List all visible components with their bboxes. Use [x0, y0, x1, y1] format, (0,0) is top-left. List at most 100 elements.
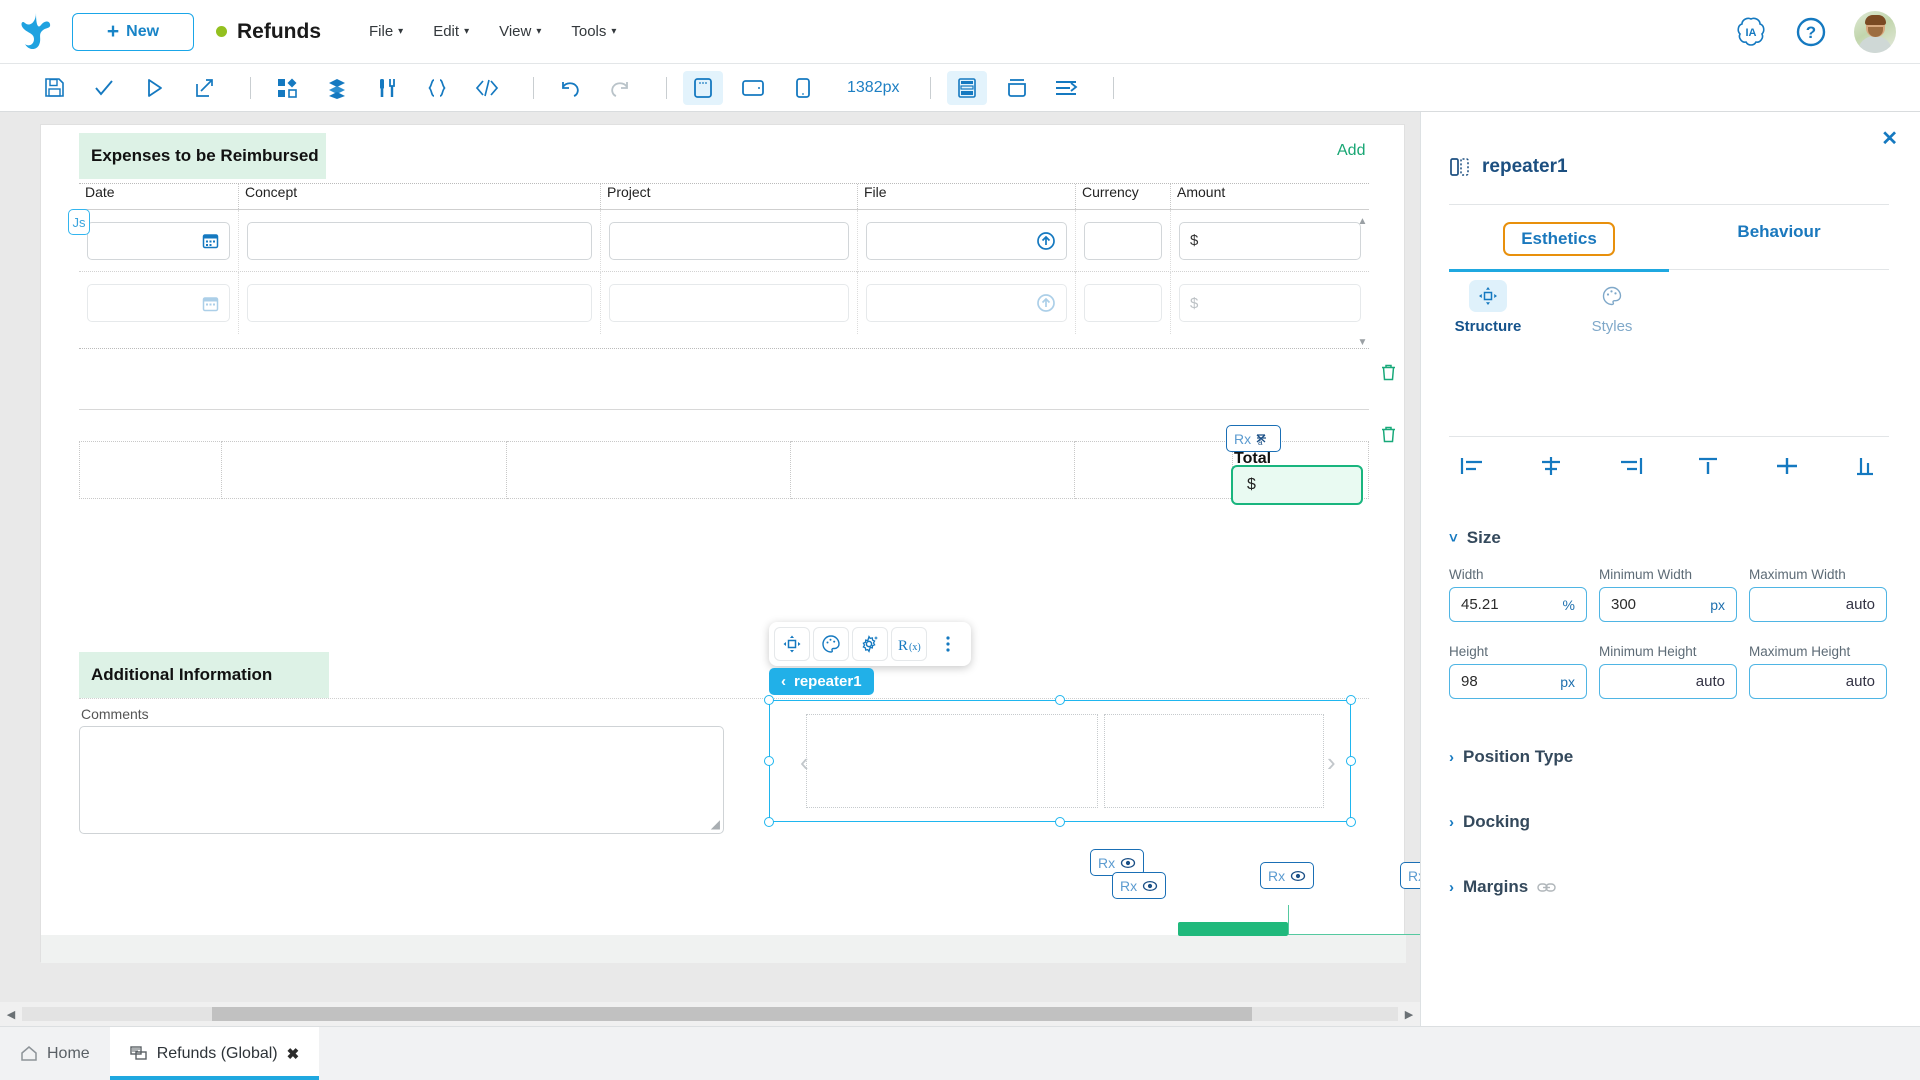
container-icon[interactable] [997, 71, 1037, 105]
table-scroll-column[interactable]: ▲ ▼ [1356, 184, 1369, 348]
mobile-view-icon[interactable] [783, 71, 823, 105]
canvas-horizontal-scrollbar[interactable]: ◀ ▶ [0, 1002, 1420, 1026]
layers-icon[interactable] [317, 71, 357, 105]
code-icon[interactable] [467, 71, 507, 105]
accordion-size[interactable]: ˅ Size [1449, 528, 1501, 548]
align-left-icon[interactable] [1449, 450, 1497, 482]
ia-assistant-icon[interactable]: IA [1734, 15, 1768, 49]
file-upload-input[interactable] [866, 221, 1067, 260]
new-button[interactable]: + New [72, 12, 194, 51]
scroll-right-icon[interactable]: ▶ [1398, 1008, 1420, 1021]
max-height-input[interactable]: auto [1749, 664, 1887, 699]
menu-file[interactable]: File ▾ [369, 23, 403, 40]
tablet-view-icon[interactable] [733, 71, 773, 105]
amount-input[interactable]: $ [1179, 221, 1361, 260]
concept-input-ghost[interactable] [247, 284, 592, 322]
tab-esthetics[interactable]: Esthetics [1449, 212, 1669, 270]
menu-tools[interactable]: Tools ▾ [571, 23, 616, 40]
currency-input[interactable] [1084, 221, 1162, 260]
components-icon[interactable] [267, 71, 307, 105]
project-input-ghost[interactable] [609, 284, 849, 322]
width-input[interactable]: 45.21 % [1449, 587, 1587, 622]
comments-textarea[interactable]: ◢ [79, 726, 724, 834]
height-unit[interactable]: px [1560, 674, 1575, 690]
tag-back-chevron-icon[interactable]: ‹ [781, 673, 786, 690]
project-input[interactable] [609, 221, 849, 260]
js-badge[interactable]: Js [68, 209, 90, 235]
rx-function-icon[interactable]: R (x) [891, 627, 927, 661]
styles-palette-icon[interactable] [813, 627, 849, 661]
resize-handle-tr[interactable] [1346, 695, 1356, 705]
structure-icon[interactable] [774, 627, 810, 661]
resize-handle-mr[interactable] [1346, 756, 1356, 766]
selection-box-repeater1[interactable] [769, 700, 1351, 822]
rx-badge-2[interactable]: Rx [1112, 872, 1167, 899]
resize-handle-tl[interactable] [764, 695, 774, 705]
scroll-up-icon[interactable]: ▲ [1356, 216, 1369, 227]
user-avatar[interactable] [1854, 10, 1896, 53]
align-bottom-icon[interactable] [1841, 450, 1889, 482]
app-logo[interactable] [0, 11, 72, 53]
delete-row-button-ghost[interactable] [1379, 425, 1398, 444]
currency-input-ghost[interactable] [1084, 284, 1162, 322]
date-input[interactable] [87, 221, 230, 260]
resize-handle-ml[interactable] [764, 756, 774, 766]
play-icon[interactable] [134, 71, 174, 105]
settings-icon[interactable] [852, 627, 888, 661]
resize-handle-tc[interactable] [1055, 695, 1065, 705]
menu-view[interactable]: View ▾ [499, 23, 541, 40]
subtab-structure[interactable]: Structure [1449, 280, 1527, 335]
amount-input-ghost[interactable]: $ [1179, 284, 1361, 322]
date-input-ghost[interactable] [87, 284, 230, 322]
close-tab-icon[interactable]: ✖ [287, 1045, 300, 1063]
scroll-track[interactable] [22, 1007, 1398, 1021]
close-panel-icon[interactable]: ✕ [1881, 126, 1898, 151]
scroll-thumb[interactable] [212, 1007, 1252, 1021]
viewport-size-label[interactable]: 1382px [847, 79, 900, 97]
subtab-styles[interactable]: Styles [1573, 280, 1651, 335]
grid-layout-icon[interactable] [946, 70, 987, 105]
resize-grip-icon[interactable]: ◢ [711, 817, 720, 831]
share-icon[interactable] [184, 71, 224, 105]
delete-row-button[interactable] [1379, 363, 1398, 382]
max-width-input[interactable]: auto [1749, 587, 1887, 622]
link-icon[interactable] [1537, 881, 1556, 894]
scroll-down-icon[interactable]: ▼ [1356, 337, 1369, 348]
help-icon[interactable]: ? [1794, 15, 1828, 49]
rx-badge-4[interactable]: Rx [1400, 862, 1420, 889]
braces-icon[interactable] [417, 71, 457, 105]
tab-behaviour[interactable]: Behaviour [1669, 212, 1889, 270]
add-row-link[interactable]: Add [1337, 142, 1365, 160]
align-distribute-icon[interactable] [1047, 71, 1087, 105]
save-icon[interactable] [34, 71, 74, 105]
more-options-icon[interactable] [930, 627, 966, 661]
width-unit[interactable]: % [1563, 597, 1575, 613]
rx-badge-total[interactable]: Rx a [1226, 425, 1282, 452]
selected-element-tag[interactable]: ‹ repeater1 [769, 668, 874, 695]
scroll-left-icon[interactable]: ◀ [0, 1008, 22, 1021]
align-center-horizontal-icon[interactable] [1527, 450, 1575, 482]
height-input[interactable]: 98 px [1449, 664, 1587, 699]
rx-badge-3[interactable]: Rx [1260, 862, 1315, 889]
redo-icon[interactable] [600, 71, 640, 105]
align-right-icon[interactable] [1606, 450, 1654, 482]
bottom-tab-home[interactable]: Home [0, 1027, 110, 1080]
concept-input[interactable] [247, 221, 592, 260]
tools-icon[interactable] [367, 71, 407, 105]
file-upload-input-ghost[interactable] [866, 284, 1067, 322]
menu-edit[interactable]: Edit ▾ [433, 23, 469, 40]
design-canvas[interactable]: Expenses to be Reimbursed Add Date Conce… [0, 112, 1420, 1002]
resize-handle-bc[interactable] [1055, 817, 1065, 827]
undo-icon[interactable] [550, 71, 590, 105]
accordion-position-type[interactable]: › Position Type [1449, 747, 1573, 767]
resize-handle-bl[interactable] [764, 817, 774, 827]
align-center-vertical-icon[interactable] [1763, 450, 1811, 482]
min-width-input[interactable]: 300 px [1599, 587, 1737, 622]
min-width-unit[interactable]: px [1710, 597, 1725, 613]
accordion-docking[interactable]: › Docking [1449, 812, 1530, 832]
resize-handle-br[interactable] [1346, 817, 1356, 827]
bottom-tab-refunds[interactable]: Refunds (Global) ✖ [109, 1027, 320, 1080]
accordion-margins[interactable]: › Margins [1449, 877, 1556, 897]
total-amount-input[interactable]: $ [1231, 465, 1363, 505]
check-icon[interactable] [84, 71, 124, 105]
